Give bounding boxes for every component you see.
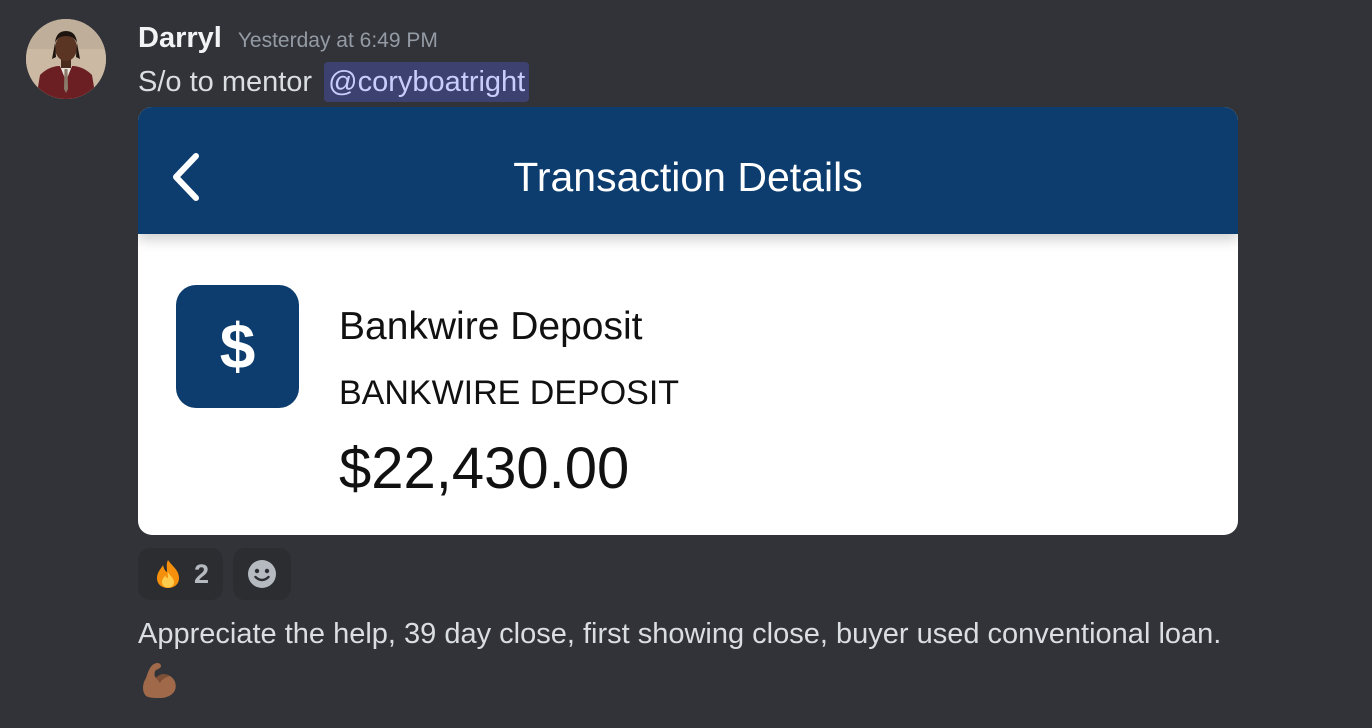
timestamp[interactable]: Yesterday at 6:49 PM [238,23,438,59]
message-header: Darryl Yesterday at 6:49 PM [138,20,438,56]
reaction-count: 2 [194,558,210,589]
add-reaction-button[interactable] [233,548,292,600]
dollar-symbol: $ [219,310,256,382]
transaction-name: Bankwire Deposit [339,305,643,348]
username[interactable]: Darryl [138,20,222,56]
transaction-screenshot[interactable]: Transaction Details $ Bankwire Deposit B… [138,107,1238,535]
transaction-header-bar: Transaction Details [138,107,1238,234]
user-mention[interactable]: @coryboatright [324,62,530,102]
message-text-prefix: S/o to mentor [138,66,321,98]
chat-message: Darryl Yesterday at 6:49 PM S/o to mento… [0,0,1372,728]
avatar[interactable] [26,19,106,99]
transaction-amount: $22,430.00 [339,436,630,501]
followup-message-text: Appreciate the help, 39 day close, first… [138,618,1222,650]
reactions-bar: 2 [138,548,292,600]
flexed-biceps-icon [138,658,182,702]
transaction-description: BANKWIRE DEPOSIT [339,374,680,412]
message-text: S/o to mentor @coryboatright [138,62,530,102]
transaction-title: Transaction Details [513,154,863,200]
smiley-icon [248,560,277,588]
reaction-fire[interactable]: 2 [138,548,224,600]
dollar-icon: $ [176,285,299,408]
fire-emoji-icon [157,560,179,588]
